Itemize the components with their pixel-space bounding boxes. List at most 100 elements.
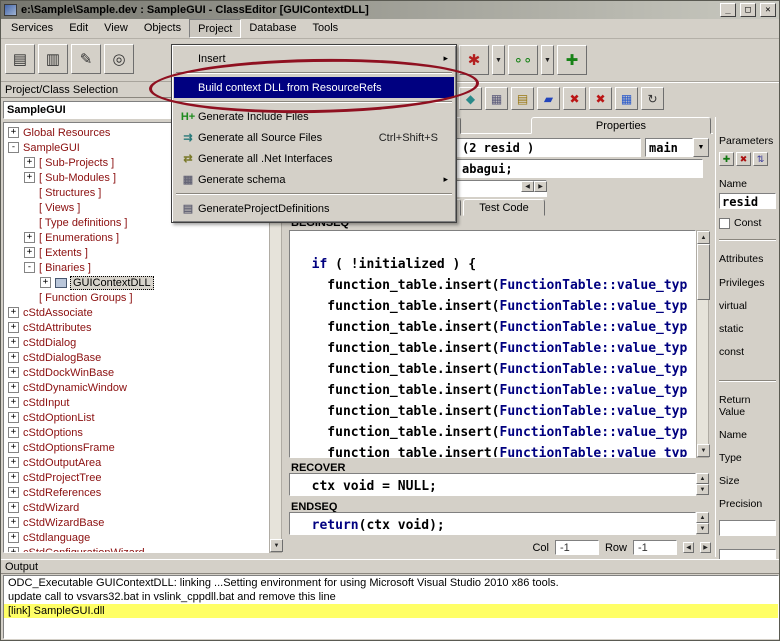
remove-ref-icon[interactable]: ✖ — [589, 87, 612, 110]
expand-icon[interactable]: + — [24, 232, 35, 243]
expand-icon[interactable]: + — [8, 367, 19, 378]
expand-icon[interactable]: + — [8, 502, 19, 513]
expand-icon[interactable]: + — [8, 442, 19, 453]
param-move-icon[interactable]: ⇅ — [753, 152, 768, 166]
menu-database[interactable]: Database — [241, 19, 304, 38]
expand-icon[interactable]: + — [8, 532, 19, 543]
tree-item-extents[interactable]: +[ Extents ] — [4, 245, 268, 260]
close-button-icon[interactable]: ✕ — [760, 3, 776, 17]
menu-services[interactable]: Services — [3, 19, 61, 38]
expand-icon[interactable]: + — [8, 427, 19, 438]
checkbox-icon[interactable] — [719, 218, 730, 229]
maximize-button-icon[interactable]: □ — [740, 3, 756, 17]
run-form-icon[interactable]: ◎ — [104, 44, 134, 74]
menu-view[interactable]: View — [96, 19, 136, 38]
menu-item-generateprojectdefinitions[interactable]: ▤GenerateProjectDefinitions — [174, 198, 454, 219]
tree-item-cstdconfigurationwizard[interactable]: +cStdConfigurationWizard — [4, 545, 268, 553]
code-recover[interactable]: ctx void = NULL; — [289, 473, 696, 496]
code-scrollbar[interactable]: ▲ ▼ — [696, 230, 709, 458]
scroll-up-icon[interactable]: ▲ — [696, 473, 709, 484]
menu-project[interactable]: Project — [189, 19, 241, 38]
tree-item-cstdoptionsframe[interactable]: +cStdOptionsFrame — [4, 440, 268, 455]
scope-combo[interactable]: main ▼ — [645, 138, 709, 157]
tree-item-function-groups[interactable]: [ Function Groups ] — [4, 290, 268, 305]
tree-item-cstdinput[interactable]: +cStdInput — [4, 395, 268, 410]
menu-item-build-context-dll-from-resourcerefs[interactable]: Build context DLL from ResourceRefs — [174, 77, 454, 98]
link-objects-icon[interactable]: ∘∘ — [508, 45, 538, 75]
tab-properties[interactable]: Properties — [531, 117, 711, 134]
scrollbar-thumb[interactable] — [697, 244, 710, 300]
expand-icon[interactable]: + — [24, 247, 35, 258]
compile-icon[interactable]: ✱ — [459, 45, 489, 75]
expand-icon[interactable]: + — [8, 457, 19, 468]
tree-item-enumerations[interactable]: +[ Enumerations ] — [4, 230, 268, 245]
expand-icon[interactable]: + — [8, 127, 19, 138]
menu-item-generate-schema[interactable]: ▦Generate schema▸ — [174, 169, 454, 190]
chevron-down-icon[interactable]: ▼ — [693, 138, 709, 157]
scroll-down-icon[interactable]: ▼ — [697, 444, 710, 457]
code-endseq[interactable]: return(ctx void); — [289, 512, 696, 535]
param-const-row[interactable]: Const — [719, 217, 776, 229]
fill-color-icon[interactable]: ▰ — [537, 87, 560, 110]
menu-item-generate-all-source-files[interactable]: ⇉Generate all Source FilesCtrl+Shift+S — [174, 127, 454, 148]
scroll-right-icon[interactable]: ▶ — [700, 542, 711, 553]
param-name-input[interactable]: resid — [719, 193, 776, 209]
param-delete-icon[interactable]: ✖ — [736, 152, 751, 166]
project-list-icon[interactable]: ▤ — [5, 44, 35, 74]
collapse-icon[interactable]: - — [24, 262, 35, 273]
refresh-icon[interactable]: ↻ — [641, 87, 664, 110]
diamond-icon[interactable]: ◆ — [459, 87, 482, 110]
tree-item-guicontextdll[interactable]: +GUIContextDLL — [4, 275, 268, 290]
tree-item-cstddockwinbase[interactable]: +cStdDockWinBase — [4, 365, 268, 380]
class-browser-icon[interactable]: ▥ — [38, 44, 68, 74]
tree-item-cstddialogbase[interactable]: +cStdDialogBase — [4, 350, 268, 365]
tab-test-code[interactable]: Test Code — [463, 199, 545, 216]
link-objects-icon-dropdown[interactable]: ▼ — [541, 45, 554, 75]
tree-item-cstdoptions[interactable]: +cStdOptions — [4, 425, 268, 440]
expand-icon[interactable]: + — [8, 382, 19, 393]
tree-item-cstddynamicwindow[interactable]: +cStdDynamicWindow — [4, 380, 268, 395]
tree-item-cstdprojecttree[interactable]: +cStdProjectTree — [4, 470, 268, 485]
menu-item-insert[interactable]: Insert▸ — [174, 48, 454, 69]
expand-icon[interactable]: + — [8, 397, 19, 408]
delete-doc-icon[interactable]: ✖ — [563, 87, 586, 110]
scroll-down-icon[interactable]: ▼ — [270, 539, 283, 552]
tree-item-cstdwizardbase[interactable]: +cStdWizardBase — [4, 515, 268, 530]
expand-icon[interactable]: + — [8, 487, 19, 498]
scroll-left-icon[interactable]: ◀ — [521, 181, 534, 192]
tree-item-cstdoutputarea[interactable]: +cStdOutputArea — [4, 455, 268, 470]
scroll-left-icon[interactable]: ◀ — [683, 542, 694, 553]
source-editor-icon[interactable]: ✎ — [71, 44, 101, 74]
scroll-down-icon[interactable]: ▼ — [696, 523, 709, 534]
insert-object-icon[interactable]: ✚ — [557, 45, 587, 75]
tree-item-binaries[interactable]: -[ Binaries ] — [4, 260, 268, 275]
tree-item-cstddialog[interactable]: +cStdDialog — [4, 335, 268, 350]
expand-icon[interactable]: + — [8, 517, 19, 528]
expand-icon[interactable]: + — [8, 322, 19, 333]
menu-edit[interactable]: Edit — [61, 19, 96, 38]
blue-grid-icon[interactable]: ▦ — [615, 87, 638, 110]
scroll-up-icon[interactable]: ▲ — [697, 231, 710, 244]
param-flag-const[interactable]: const — [719, 346, 776, 358]
expand-icon[interactable]: + — [8, 472, 19, 483]
tree-item-cstdlanguage[interactable]: +cStdlanguage — [4, 530, 268, 545]
compile-icon-dropdown[interactable]: ▼ — [492, 45, 505, 75]
expand-icon[interactable]: + — [8, 547, 19, 553]
expand-icon[interactable]: + — [8, 337, 19, 348]
expand-icon[interactable]: + — [24, 157, 35, 168]
menu-item-generate-include-files[interactable]: H+Generate Include Files — [174, 106, 454, 127]
menu-item-generate-all-net-interfaces[interactable]: ⇄Generate all .Net Interfaces — [174, 148, 454, 169]
tree-item-cstdattributes[interactable]: +cStdAttributes — [4, 320, 268, 335]
recover-scrollbar[interactable]: ▲ ▼ — [696, 473, 709, 496]
expand-icon[interactable]: + — [8, 307, 19, 318]
tree-item-cstdreferences[interactable]: +cStdReferences — [4, 485, 268, 500]
table-grid-icon[interactable]: ▦ — [485, 87, 508, 110]
code-begin[interactable]: if ( !initialized ) { function_table.ins… — [289, 230, 696, 458]
param-flag-virtual[interactable]: virtual — [719, 300, 776, 312]
expand-icon[interactable]: + — [8, 352, 19, 363]
scroll-up-icon[interactable]: ▲ — [696, 512, 709, 523]
endseq-scrollbar[interactable]: ▲ ▼ — [696, 512, 709, 535]
expand-icon[interactable]: + — [8, 412, 19, 423]
menu-tools[interactable]: Tools — [304, 19, 346, 38]
scroll-right-icon[interactable]: ▶ — [534, 181, 547, 192]
